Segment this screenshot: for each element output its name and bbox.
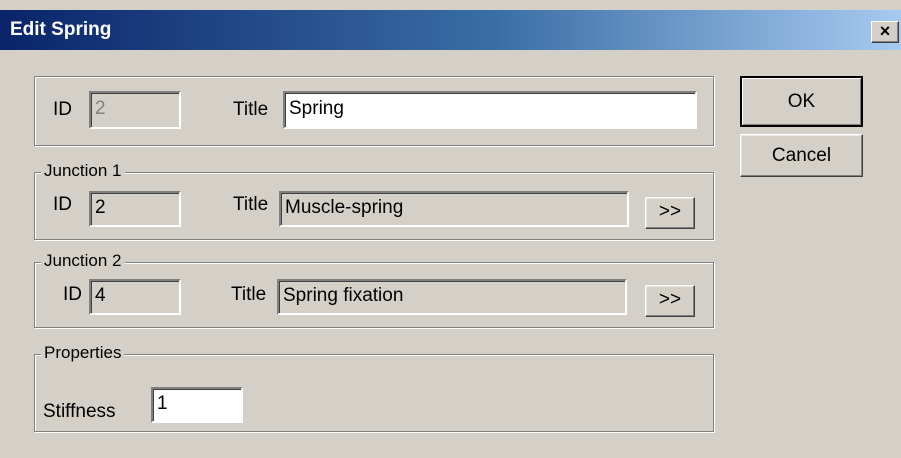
title-input[interactable]: Spring: [283, 91, 697, 129]
id-field: 2: [89, 91, 181, 129]
junction2-title-label: Title: [231, 284, 267, 305]
junction1-group-label: Junction 1: [41, 161, 125, 181]
junction1-title-label: Title: [233, 194, 269, 215]
close-button[interactable]: ×: [871, 21, 899, 43]
stiffness-label: Stiffness: [43, 401, 116, 422]
junction1-id-field: 2: [89, 191, 181, 227]
edit-spring-dialog: Edit Spring × ID 2 Title Spring Junction…: [0, 0, 901, 458]
window-title: Edit Spring: [10, 19, 112, 40]
cancel-button[interactable]: Cancel: [740, 134, 863, 177]
junction1-title-field: Muscle-spring: [279, 191, 629, 227]
ok-button[interactable]: OK: [740, 76, 863, 127]
title-label: Title: [233, 99, 269, 120]
properties-group-label: Properties: [41, 343, 125, 363]
junction2-id-field: 4: [89, 279, 181, 315]
close-icon: ×: [879, 21, 891, 41]
junction1-browse-button[interactable]: >>: [645, 197, 695, 229]
stiffness-input[interactable]: 1: [151, 387, 243, 423]
junction2-title-field: Spring fixation: [277, 279, 627, 315]
title-bar[interactable]: Edit Spring ×: [0, 10, 901, 50]
junction2-group-label: Junction 2: [41, 251, 125, 271]
junction2-group: Junction 2 ID 4 Title Spring fixation >>: [34, 251, 714, 328]
junction2-id-label: ID: [63, 284, 82, 305]
junction2-browse-button[interactable]: >>: [645, 285, 695, 317]
main-group: ID 2 Title Spring: [34, 76, 714, 146]
properties-group: Properties Stiffness 1: [34, 343, 714, 432]
junction1-group: Junction 1 ID 2 Title Muscle-spring >>: [34, 161, 714, 240]
id-label: ID: [53, 99, 72, 120]
junction1-id-label: ID: [53, 194, 72, 215]
